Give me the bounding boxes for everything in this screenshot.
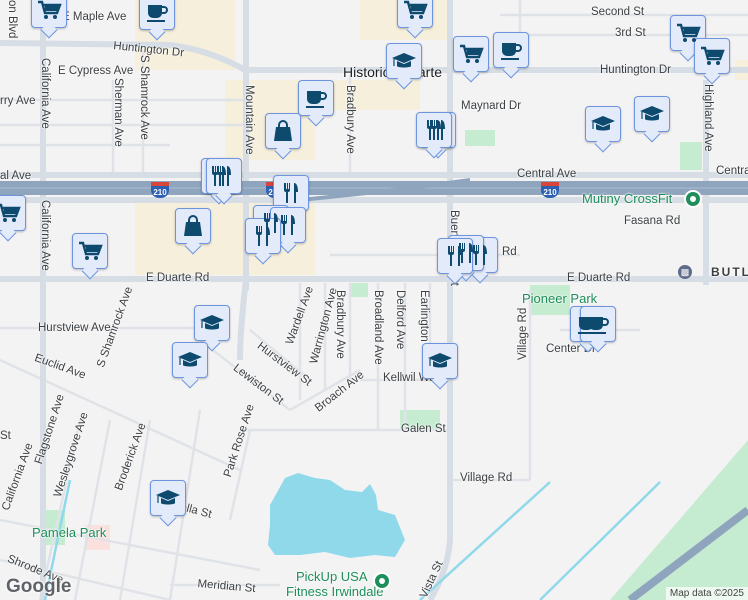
street-label: California Ave: [39, 200, 51, 271]
graduation-cap-icon: [155, 485, 181, 511]
street-label: Centra: [716, 165, 748, 177]
place-label-pickup-usa-line2[interactable]: Fitness Irwindale: [286, 584, 384, 599]
street-label: St: [0, 430, 11, 442]
coffee-cup-icon: [498, 37, 524, 63]
shopping-marker[interactable]: [175, 208, 211, 244]
fork-knife-icon: [250, 223, 276, 249]
street-label: Mountain Ave: [243, 85, 255, 155]
street-label: E Cypress Ave: [58, 65, 134, 77]
restaurant-marker[interactable]: [416, 112, 452, 148]
street-label: Delford Ave: [394, 290, 406, 350]
restaurant-marker[interactable]: [437, 238, 473, 274]
street-label: rry Ave: [0, 95, 36, 107]
street-label: Huntington Dr: [600, 64, 671, 76]
lake: [268, 473, 405, 558]
street-label: Village Rd: [460, 472, 513, 484]
fork-knife-icon: [442, 243, 468, 269]
street-label: Hurstview Ave: [38, 322, 111, 334]
restaurant-marker[interactable]: [273, 175, 309, 211]
street-label: Rd: [502, 246, 517, 258]
shopping-cart-icon: [699, 43, 725, 69]
street-label: Village Rd: [517, 307, 529, 360]
street-label: Bradbury Ave: [344, 85, 356, 154]
street-label: al Ave: [0, 170, 32, 182]
grocery-marker[interactable]: [453, 36, 489, 72]
place-label-pioneer-park[interactable]: Pioneer Park: [522, 291, 597, 306]
shopping-bag-icon: [180, 213, 206, 239]
street-label: E Maple Ave: [62, 11, 127, 23]
street-label: on Blvd: [6, 0, 18, 39]
fork-knife-icon: [211, 163, 237, 189]
restaurant-marker[interactable]: [245, 218, 281, 254]
cafe-marker[interactable]: [493, 32, 529, 68]
transit-station-icon[interactable]: ▩: [678, 265, 692, 279]
place-label-pickup-usa[interactable]: PickUp USA: [296, 569, 368, 584]
street-label: Earlington: [418, 290, 430, 342]
shopping-cart-icon: [77, 238, 103, 264]
school-marker[interactable]: [194, 305, 230, 341]
shopping-cart-icon: [458, 41, 484, 67]
pickup-usa-pin[interactable]: [373, 572, 391, 590]
school-marker[interactable]: [634, 96, 670, 132]
shopping-cart-icon: [675, 20, 701, 46]
cafe-marker[interactable]: [580, 306, 616, 342]
shopping-cart-icon: [402, 0, 428, 23]
coffee-cup-icon: [144, 0, 170, 25]
grocery-marker[interactable]: [72, 233, 108, 269]
fork-knife-icon: [421, 117, 447, 143]
fork-knife-icon: [275, 212, 301, 238]
mutiny-crossfit-pin[interactable]: [684, 190, 702, 208]
street-label: E Duarte Rd: [567, 272, 631, 284]
map-attribution[interactable]: Map data ©2025: [665, 587, 748, 600]
grocery-marker[interactable]: [694, 38, 730, 74]
street-label: Sherman Ave: [112, 78, 124, 147]
street-label: 3rd St: [615, 27, 646, 39]
google-logo[interactable]: Google: [6, 576, 71, 598]
place-label-butler: BUTL: [711, 265, 748, 279]
shopping-cart-icon: [0, 200, 21, 226]
cafe-marker[interactable]: [298, 80, 334, 116]
cafe-marker[interactable]: [139, 0, 175, 30]
school-marker[interactable]: [150, 480, 186, 516]
interstate-210-shield: 210: [151, 182, 169, 198]
school-marker[interactable]: [422, 343, 458, 379]
shopping-bag-icon: [270, 118, 296, 144]
street-label: E Duarte Rd: [146, 272, 210, 284]
fork-knife-icon: [278, 180, 304, 206]
street-label: Galen St: [401, 423, 446, 435]
street-label: Broadland Ave: [372, 290, 384, 365]
graduation-cap-icon: [391, 48, 417, 74]
street-label: Central Ave: [517, 168, 577, 180]
street-label: S Shamrock Ave: [138, 55, 150, 140]
street-label: California Ave: [39, 58, 51, 129]
coffee-cup-icon: [585, 311, 611, 337]
graduation-cap-icon: [590, 111, 616, 137]
graduation-cap-icon: [427, 348, 453, 374]
grocery-marker[interactable]: [31, 0, 67, 28]
grocery-marker[interactable]: [397, 0, 433, 28]
street-label: Highland Ave: [702, 84, 714, 152]
shopping-cart-icon: [36, 0, 62, 23]
restaurant-marker[interactable]: [206, 158, 242, 194]
graduation-cap-icon: [177, 347, 203, 373]
grocery-marker[interactable]: [0, 195, 26, 231]
interstate-210-shield: 210: [541, 182, 559, 198]
graduation-cap-icon: [199, 310, 225, 336]
school-marker[interactable]: [386, 43, 422, 79]
school-marker[interactable]: [585, 106, 621, 142]
shopping-marker[interactable]: [265, 113, 301, 149]
street-label: Fasana Rd: [624, 215, 681, 227]
school-marker[interactable]: [172, 342, 208, 378]
coffee-cup-icon: [303, 85, 329, 111]
place-label-pamela-park[interactable]: Pamela Park: [32, 525, 106, 540]
place-label-mutiny-crossfit[interactable]: Mutiny CrossFit: [582, 191, 672, 206]
graduation-cap-icon: [639, 101, 665, 127]
street-label: Second St: [591, 6, 645, 18]
street-label: Maynard Dr: [461, 100, 522, 112]
